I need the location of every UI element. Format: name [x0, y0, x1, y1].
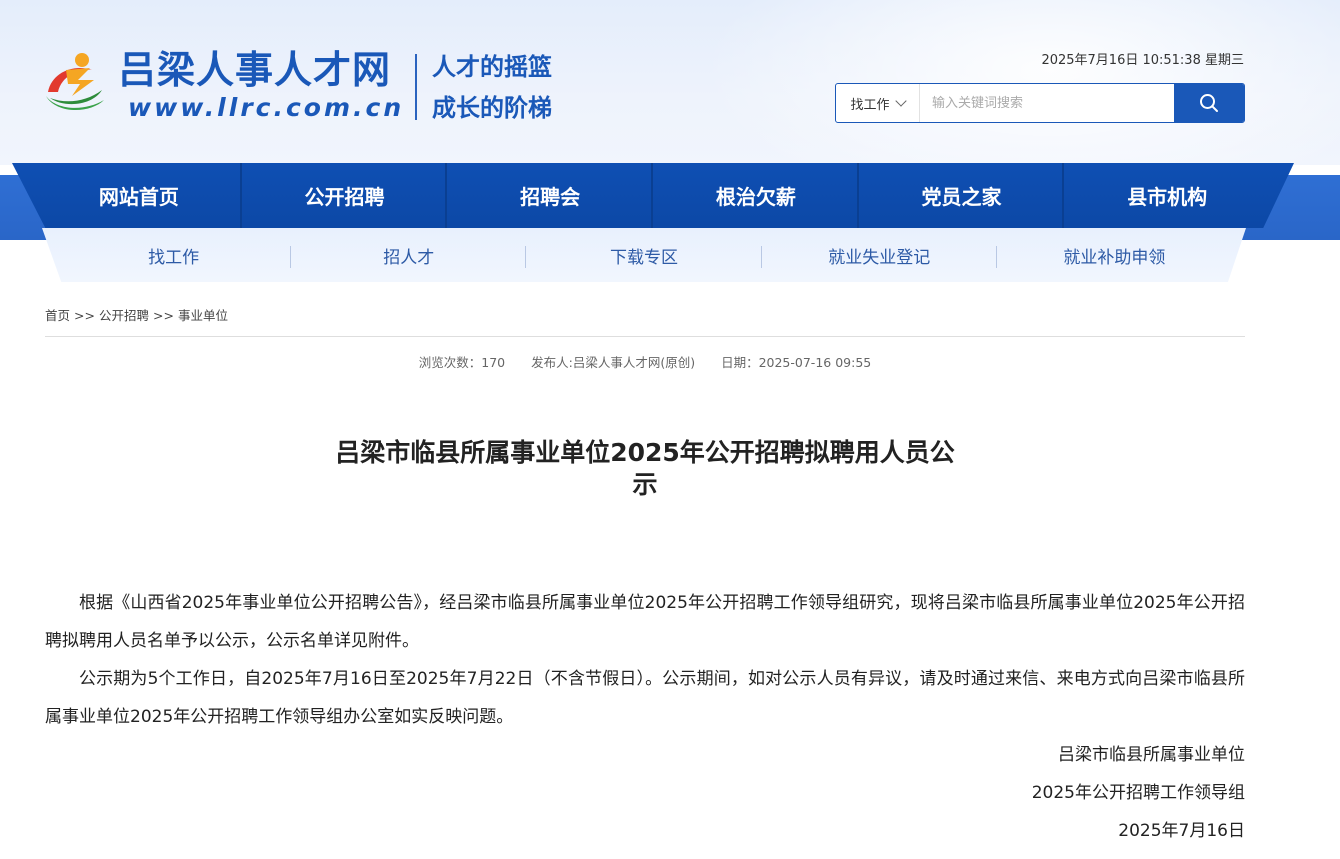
- subnav-item-downloads[interactable]: 下载专区: [526, 228, 762, 282]
- nav-item-wage-arrears[interactable]: 根治欠薪: [653, 163, 859, 228]
- breadcrumb: 首页 >> 公开招聘 >> 事业单位: [45, 305, 228, 324]
- search-input[interactable]: [920, 84, 1174, 122]
- paragraph: 公示期为5个工作日，自2025年7月16日至2025年7月22日（不含节假日）。…: [45, 669, 1245, 727]
- publisher: 发布人:吕梁人事人才网(原创): [531, 355, 696, 370]
- signature-date: 2025年7月16日: [1118, 821, 1245, 841]
- signature-org: 吕梁市临县所属事业单位: [1058, 745, 1245, 765]
- site-url[interactable]: www.llrc.com.cn: [128, 93, 404, 123]
- article-title: 吕梁市临县所属事业单位2025年公开招聘拟聘用人员公示: [335, 438, 955, 499]
- subnav-item-employment-subsidy[interactable]: 就业补助申领: [997, 228, 1232, 282]
- sub-nav: 找工作 招人才 下载专区 就业失业登记 就业补助申领: [42, 228, 1246, 282]
- breadcrumb-home[interactable]: 首页: [45, 308, 70, 323]
- nav-item-public-recruitment[interactable]: 公开招聘: [242, 163, 448, 228]
- nav-item-party-members[interactable]: 党员之家: [859, 163, 1065, 228]
- divider: [45, 336, 1245, 337]
- nav-item-job-fair[interactable]: 招聘会: [447, 163, 653, 228]
- subnav-item-find-job[interactable]: 找工作: [56, 228, 292, 282]
- nav-item-home[interactable]: 网站首页: [36, 163, 242, 228]
- breadcrumb-separator: >>: [74, 308, 95, 323]
- subnav-item-employment-registration[interactable]: 就业失业登记: [762, 228, 998, 282]
- breadcrumb-public-recruitment[interactable]: 公开招聘: [99, 308, 149, 323]
- view-count: 浏览次数：170: [418, 355, 506, 370]
- chevron-down-icon: [894, 95, 907, 107]
- publish-date: 日期：2025-07-16 09:55: [721, 355, 872, 370]
- site-header: 吕梁人事人才网 www.llrc.com.cn 人才的摇篮 成长的阶梯 2025…: [0, 0, 1340, 165]
- search-button[interactable]: [1174, 84, 1244, 122]
- slogan-line-1: 人才的摇篮: [432, 53, 552, 81]
- header-divider: [415, 54, 417, 120]
- article-meta: 浏览次数：170 发布人:吕梁人事人才网(原创) 日期：2025-07-16 0…: [0, 352, 1290, 371]
- site-name[interactable]: 吕梁人事人才网: [118, 48, 391, 92]
- main-nav-bar: 网站首页 公开招聘 招聘会 根治欠薪 党员之家 县市机构: [12, 163, 1294, 228]
- breadcrumb-separator: >>: [152, 308, 174, 323]
- subnav-item-hire-talent[interactable]: 招人才: [291, 228, 527, 282]
- search-category-label: 找工作: [850, 97, 890, 113]
- nav-item-county-agencies[interactable]: 县市机构: [1064, 163, 1270, 228]
- current-datetime: 2025年7月16日 10:51:38 星期三: [1041, 53, 1244, 68]
- breadcrumb-public-institutions[interactable]: 事业单位: [178, 308, 228, 323]
- paragraph: 根据《山西省2025年事业单位公开招聘公告》，经吕梁市临县所属事业单位2025年…: [45, 593, 1245, 651]
- signature-group: 2025年公开招聘工作领导组: [1031, 783, 1245, 803]
- search-icon: [1200, 94, 1218, 112]
- search-bar: 找工作: [835, 83, 1245, 123]
- slogan-line-2: 成长的阶梯: [432, 94, 552, 122]
- site-logo-icon[interactable]: [42, 46, 114, 118]
- article-body: 根据《山西省2025年事业单位公开招聘公告》，经吕梁市临县所属事业单位2025年…: [45, 584, 1245, 850]
- search-category-select[interactable]: 找工作: [836, 84, 920, 122]
